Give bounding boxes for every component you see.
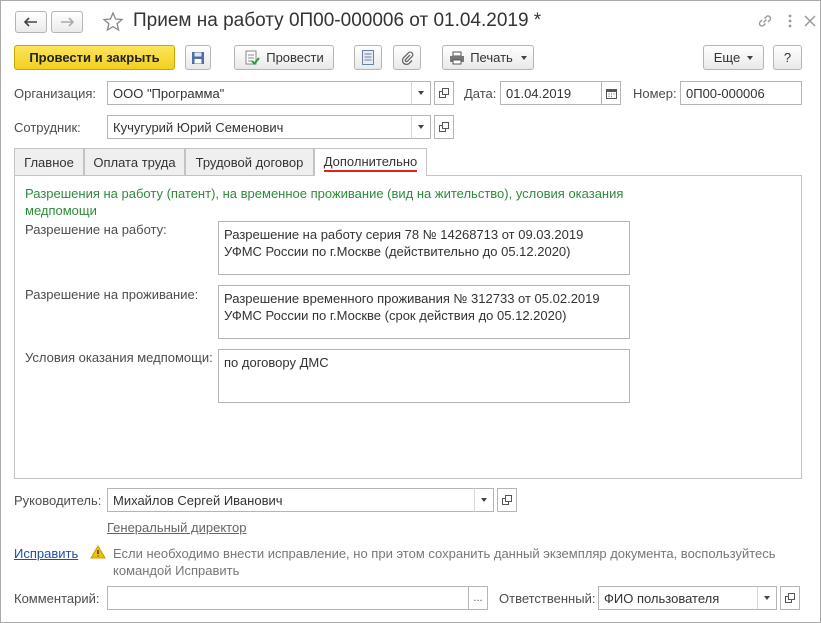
tab-salary[interactable]: Оплата труда (84, 148, 185, 175)
organization-label: Организация: (14, 86, 97, 101)
open-window-icon (502, 495, 512, 505)
chevron-down-icon (764, 596, 770, 600)
responsible-value: ФИО пользователя (604, 590, 720, 606)
more-label: Еще (713, 50, 741, 65)
star-icon (102, 11, 124, 32)
number-label: Номер: (633, 86, 677, 101)
employee-dropdown-button[interactable] (411, 115, 431, 139)
organization-input[interactable]: ООО "Программа" (107, 81, 412, 105)
warning-icon (90, 545, 106, 559)
date-input[interactable]: 01.04.2019 (500, 81, 602, 105)
responsible-label: Ответственный: (499, 591, 596, 606)
help-button[interactable]: ? (773, 45, 802, 70)
post-label: Провести (266, 50, 324, 65)
residence-permit-label: Разрешение на проживание: (25, 287, 199, 302)
print-menu-button[interactable]: Печать (442, 45, 534, 70)
chevron-down-icon (418, 125, 424, 129)
printer-icon (450, 51, 465, 64)
post-button[interactable]: Провести (234, 45, 334, 70)
date-label: Дата: (464, 86, 497, 101)
work-permit-label: Разрешение на работу: (25, 222, 167, 237)
number-value: 0П00-000006 (686, 85, 765, 101)
employee-open-button[interactable] (434, 115, 454, 139)
residence-permit-textarea[interactable]: Разрешение временного проживания № 31273… (218, 285, 630, 339)
back-button[interactable] (15, 11, 47, 33)
tab-label: Оплата труда (93, 154, 176, 170)
organization-open-button[interactable] (434, 81, 454, 105)
more-menu-button[interactable]: Еще (703, 45, 764, 70)
responsible-open-button[interactable] (780, 586, 800, 610)
chevron-down-icon (747, 55, 754, 60)
fix-link[interactable]: Исправить (14, 546, 78, 561)
arrow-left-icon (24, 17, 37, 27)
medical-care-textarea[interactable]: по договору ДМС (218, 349, 630, 403)
comment-label: Комментарий: (14, 591, 100, 606)
organization-dropdown-button[interactable] (411, 81, 431, 105)
chevron-down-icon (418, 91, 424, 95)
open-window-icon (439, 88, 449, 98)
save-button[interactable] (185, 45, 211, 70)
close-button[interactable] (801, 12, 819, 30)
more-vertical-button[interactable] (781, 12, 799, 30)
ellipsis-icon: ... (473, 592, 483, 604)
manager-open-button[interactable] (497, 488, 517, 512)
residence-permit-line: УФМС России по г.Москве (срок действия д… (224, 308, 567, 323)
number-input[interactable]: 0П00-000006 (680, 81, 802, 105)
forward-button[interactable] (51, 11, 83, 33)
kebab-icon (788, 14, 792, 28)
page-title: Прием на работу 0П00-000006 от 01.04.201… (133, 10, 542, 31)
organization-value: ООО "Программа" (113, 85, 225, 101)
tab-labor-contract[interactable]: Трудовой договор (185, 148, 314, 175)
manager-input[interactable]: Михайлов Сергей Иванович (107, 488, 475, 512)
list-report-icon (362, 50, 374, 65)
tab-panel-additional: Разрешения на работу (патент), на времен… (14, 175, 802, 479)
manager-dropdown-button[interactable] (474, 488, 494, 512)
work-permit-line: Разрешение на работу серия 78 № 14268713… (224, 227, 584, 242)
manager-value: Михайлов Сергей Иванович (113, 492, 283, 508)
responsible-dropdown-button[interactable] (757, 586, 777, 610)
work-permit-textarea[interactable]: Разрешение на работу серия 78 № 14268713… (218, 221, 630, 275)
employee-input[interactable]: Кучугурий Юрий Семенович (107, 115, 412, 139)
medical-care-value: по договору ДМС (224, 355, 329, 370)
link-button[interactable] (756, 12, 774, 30)
tab-main[interactable]: Главное (14, 148, 84, 175)
paperclip-icon (401, 51, 414, 65)
tab-label: Дополнительно (323, 154, 418, 172)
print-label: Печать (470, 50, 513, 65)
close-icon (804, 15, 816, 27)
post-and-close-label: Провести и закрыть (29, 50, 160, 65)
work-permit-line: УФМС России по г.Москве (действительно д… (224, 244, 571, 259)
chain-link-icon (758, 15, 772, 27)
attachments-button[interactable] (393, 45, 421, 70)
favorite-star-button[interactable] (102, 11, 124, 33)
arrow-right-icon (61, 17, 74, 27)
medical-care-label: Условия оказания медпомощи: (25, 350, 213, 365)
section-title: Разрешения на работу (патент), на времен… (25, 186, 624, 218)
comment-input[interactable] (107, 586, 469, 610)
fix-hint-text: Если необходимо внести исправление, но п… (113, 546, 776, 578)
manager-position-link[interactable]: Генеральный директор (107, 520, 246, 535)
document-window: Прием на работу 0П00-000006 от 01.04.201… (0, 0, 821, 623)
chevron-down-icon (520, 55, 527, 60)
tab-label: Главное (24, 154, 74, 170)
tab-label: Трудовой договор (195, 154, 304, 170)
employee-value: Кучугурий Юрий Семенович (113, 119, 284, 135)
tab-additional[interactable]: Дополнительно (314, 148, 427, 176)
responsible-input[interactable]: ФИО пользователя (598, 586, 758, 610)
employee-label: Сотрудник: (14, 120, 81, 135)
manager-label: Руководитель: (14, 493, 102, 508)
document-journal-button[interactable] (354, 45, 382, 70)
open-window-icon (785, 593, 795, 603)
chevron-down-icon (481, 498, 487, 502)
help-label: ? (783, 50, 792, 65)
date-value: 01.04.2019 (506, 85, 572, 101)
floppy-disk-icon (192, 51, 204, 64)
open-window-icon (439, 122, 449, 132)
post-and-close-button[interactable]: Провести и закрыть (14, 45, 175, 70)
post-document-icon (245, 50, 261, 65)
date-calendar-button[interactable] (601, 81, 621, 105)
calendar-icon (605, 88, 617, 99)
comment-edit-button[interactable]: ... (468, 586, 488, 610)
residence-permit-line: Разрешение временного проживания № 31273… (224, 291, 600, 306)
